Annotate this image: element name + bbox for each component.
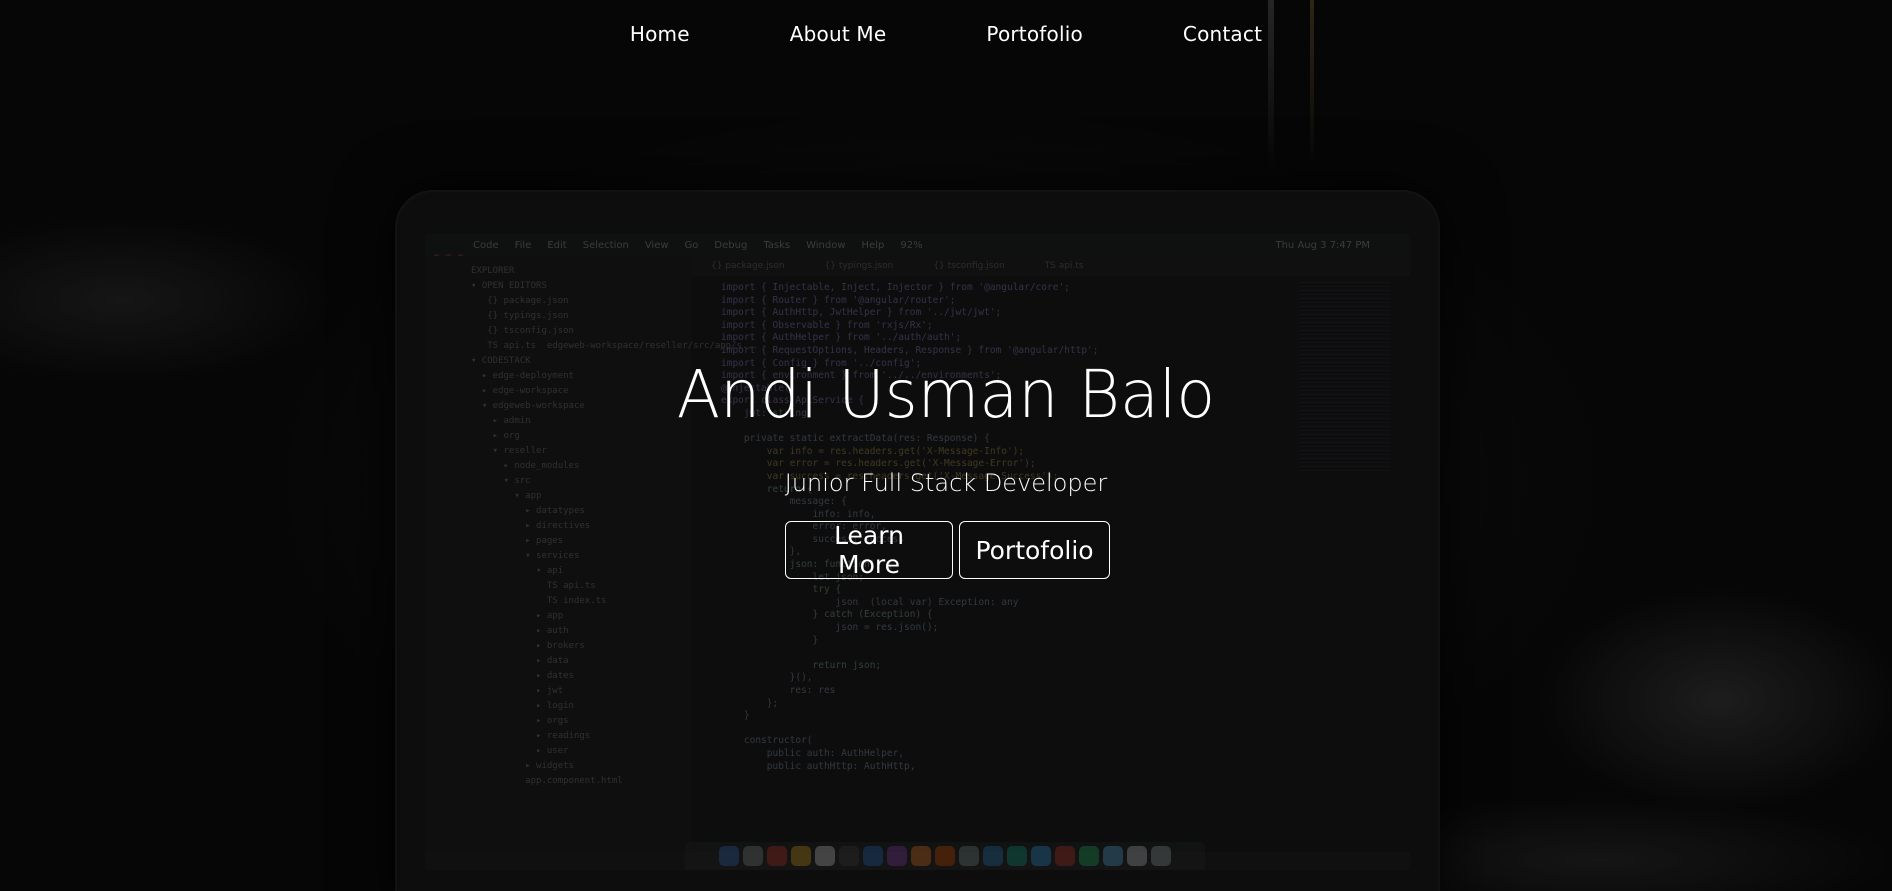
- hero-subtitle: Junior Full Stack Developer: [784, 469, 1108, 497]
- portfolio-button[interactable]: Portofolio: [959, 521, 1110, 579]
- hero-title: Andi Usman Balo: [676, 356, 1216, 433]
- nav-home-link[interactable]: Home: [630, 22, 690, 46]
- background-overlay: [0, 0, 1892, 891]
- main-nav: Home About Me Portofolio Contact: [0, 22, 1892, 46]
- nav-contact-link[interactable]: Contact: [1183, 22, 1262, 46]
- nav-about-link[interactable]: About Me: [790, 22, 887, 46]
- nav-portfolio-link[interactable]: Portofolio: [986, 22, 1083, 46]
- hero-buttons: Learn More Portofolio: [785, 521, 1110, 579]
- learn-more-button[interactable]: Learn More: [785, 521, 953, 579]
- hero-background: Code File Edit Selection View Go Debug Tasks Win…: [0, 0, 1892, 891]
